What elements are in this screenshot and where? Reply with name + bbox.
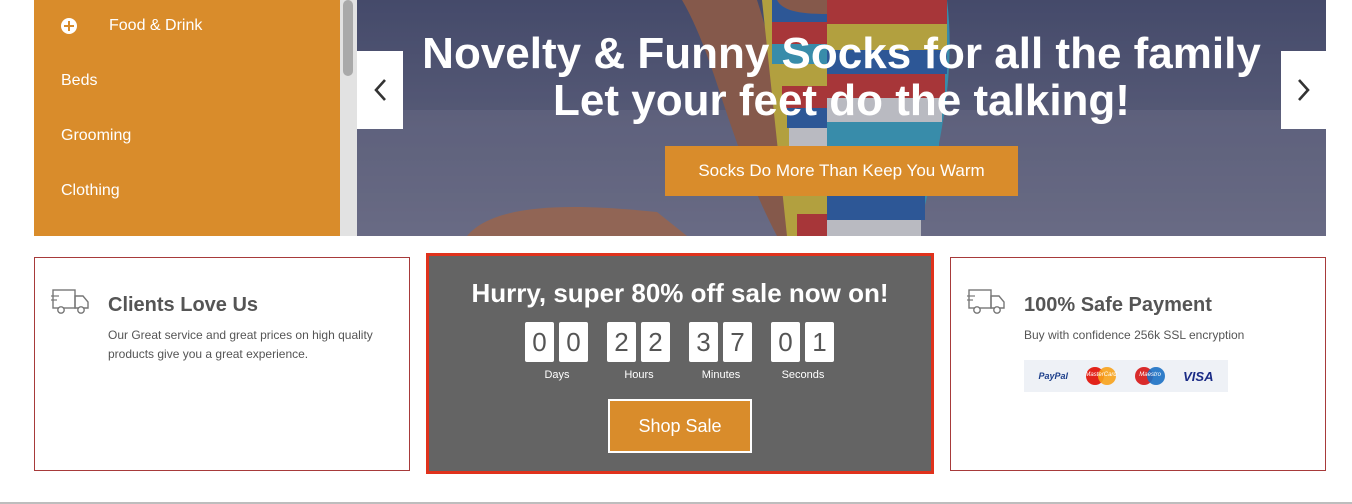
feature-box-clients: Clients Love Us Our Great service and gr… — [34, 257, 410, 471]
sidebar-item-label: Food & Drink — [109, 17, 203, 34]
maestro-logo-text: Maestro — [1139, 372, 1161, 378]
feature-text: Our Great service and great prices on hi… — [108, 328, 373, 361]
plus-circle-icon[interactable] — [61, 18, 77, 34]
payment-methods: PayPal MasterCard Maestro VISA — [1024, 360, 1228, 392]
slider-prev-button[interactable] — [357, 51, 403, 129]
sale-countdown-panel: Hurry, super 80% off sale now on! 0 0 Da… — [426, 253, 934, 474]
hero-cta-button[interactable]: Socks Do More Than Keep You Warm — [665, 146, 1018, 196]
sidebar-scrollbar-thumb[interactable] — [343, 0, 353, 76]
visa-logo: VISA — [1183, 368, 1214, 384]
category-sidebar: Food & Drink Beds Grooming Clothing — [34, 0, 340, 236]
maestro-logo: Maestro — [1134, 366, 1166, 386]
countdown-digit: 7 — [723, 322, 752, 362]
countdown-digit: 1 — [805, 322, 834, 362]
sale-title: Hurry, super 80% off sale now on! — [471, 278, 889, 308]
sidebar-item-beds[interactable]: Beds — [34, 61, 340, 101]
countdown-digit: 0 — [559, 322, 588, 362]
countdown-digit: 0 — [771, 322, 800, 362]
sidebar-item-grooming[interactable]: Grooming — [34, 116, 340, 156]
paypal-logo: PayPal — [1038, 371, 1069, 381]
hero-title: Novelty & Funny Socks for all the family… — [422, 29, 1261, 125]
countdown-digit: 2 — [607, 322, 636, 362]
countdown-digit: 0 — [525, 322, 554, 362]
countdown-digit: 3 — [689, 322, 718, 362]
sidebar-item-label: Grooming — [61, 127, 132, 144]
chevron-right-icon — [1298, 79, 1310, 101]
sidebar-item-label: Beds — [61, 72, 98, 89]
hero-slider: Novelty & Funny Socks for all the family… — [357, 0, 1326, 236]
feature-title: Clients Love Us — [108, 294, 259, 316]
feature-text: Buy with confidence 256k SSL encryption — [1024, 328, 1245, 342]
countdown-label: Seconds — [781, 369, 825, 381]
countdown-label: Hours — [624, 369, 654, 381]
truck-icon — [51, 289, 89, 314]
shop-sale-button[interactable]: Shop Sale — [608, 399, 752, 453]
feature-title: 100% Safe Payment — [1024, 294, 1212, 316]
countdown-digit: 2 — [641, 322, 670, 362]
countdown-label: Days — [544, 369, 570, 381]
mastercard-logo: MasterCard — [1085, 366, 1117, 386]
sidebar-item-label: Clothing — [61, 182, 120, 199]
feature-box-payment: 100% Safe Payment Buy with confidence 25… — [950, 257, 1326, 471]
chevron-left-icon — [374, 79, 386, 101]
countdown-label: Minutes — [701, 369, 741, 381]
truck-icon — [967, 289, 1005, 314]
sidebar-item-clothing[interactable]: Clothing — [34, 171, 340, 211]
mastercard-logo-text: MasterCard — [1085, 372, 1117, 378]
sidebar-item-food-drink[interactable]: Food & Drink — [34, 6, 340, 46]
slider-next-button[interactable] — [1281, 51, 1326, 129]
